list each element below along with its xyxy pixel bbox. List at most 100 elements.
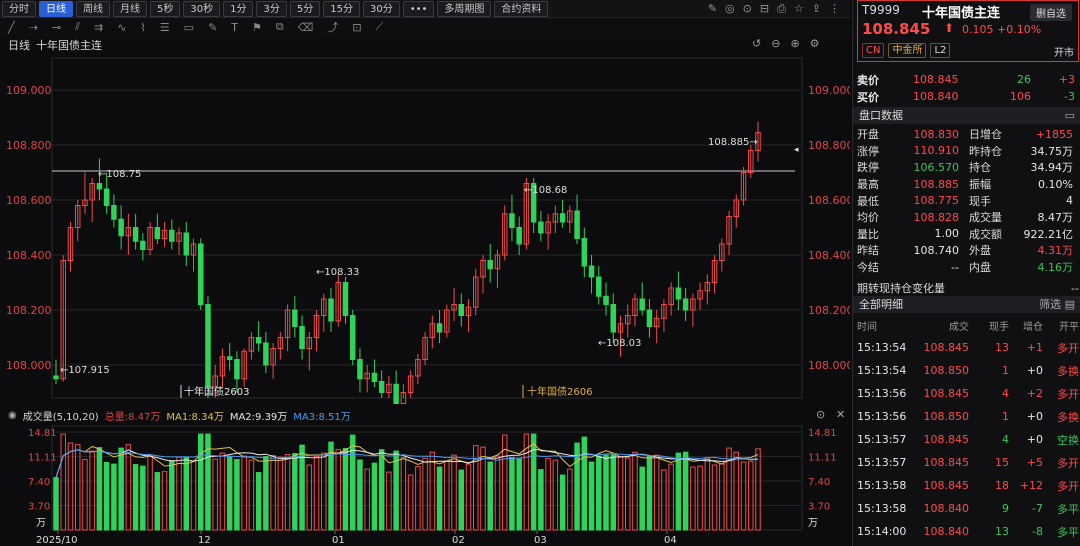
candlestick-chart[interactable]: 109.000 109.000 108.800 108.800 108.600 108.6… (0, 0, 850, 546)
trade-row: 15:13:56 108.845 4 +2 多开 (857, 382, 1079, 405)
trade-cell: 108.850 (923, 410, 970, 423)
volume-bar (400, 457, 407, 531)
trade-cell: 多换 (1057, 364, 1079, 378)
volume-bar (617, 456, 624, 531)
trades-section[interactable]: 全部明细 筛选 ▤ (853, 296, 1080, 313)
candle-body (183, 232, 190, 256)
candle-body (509, 213, 515, 228)
volume-bar (559, 474, 566, 531)
symbol-header: T9999 十年国债主连 删自选 108.845 ⬆ 0.105 +0.10% … (857, 0, 1079, 62)
volume-bar (378, 449, 385, 531)
volume-bar (364, 468, 370, 531)
stat-v2: 34.75万 (1030, 144, 1074, 158)
stat-k1: 涨停 (857, 144, 879, 158)
stat-v1: 108.828 (913, 210, 960, 224)
x-axis-label: 12 (198, 535, 211, 546)
volume-bar (263, 456, 269, 531)
candle-body (639, 298, 645, 311)
trade-cell: 4 (1002, 433, 1009, 446)
volume-bar (429, 451, 436, 531)
candle-body (292, 309, 298, 327)
bid-volume: 106 (1010, 90, 1031, 103)
volume-bar (226, 456, 233, 531)
volume-bar (74, 444, 81, 531)
x-axis-label: 2025/10 (36, 535, 78, 546)
symbol-name: 十年国债主连 (922, 6, 1001, 21)
volume-bar (415, 466, 421, 531)
expand-icon[interactable]: ▭ (1065, 107, 1075, 124)
trade-cell: 多换 (1057, 410, 1079, 424)
volume-bar (682, 451, 689, 531)
volume-bar (241, 455, 247, 531)
volume-bar (465, 463, 472, 531)
trade-cell: 15:13:58 (857, 479, 907, 492)
volume-bar (588, 461, 595, 531)
volume-bar (89, 450, 95, 531)
market-status: 开市 (1054, 48, 1074, 59)
trade-header-cell: 开平 (1059, 322, 1079, 333)
x-axis-label: 01 (332, 535, 345, 546)
stat-k1: 最高 (857, 178, 879, 192)
trade-cell: +0 (1026, 364, 1043, 377)
stat-k2: 昨持仓 (969, 144, 1002, 158)
trades-title: 全部明细 (859, 298, 903, 311)
trade-cell: 多平 (1057, 525, 1079, 539)
volume-bar (197, 433, 204, 531)
volume-bar (581, 436, 588, 531)
volume-bar (538, 469, 544, 531)
annotation-high: ←108.75 (98, 169, 141, 180)
stat-row-extra: 期转现持仓变化量 -- (857, 280, 1079, 297)
trade-row: 15:13:57 108.845 4 +0 空换 (857, 428, 1079, 451)
trade-row: 15:13:58 108.845 18 +12 多开 (857, 474, 1079, 497)
trade-cell: 15:13:56 (857, 410, 907, 423)
remove-watchlist-button[interactable]: 删自选 (1030, 4, 1072, 21)
volume-bar (690, 466, 696, 531)
trade-cell: 9 (1002, 502, 1009, 515)
stat-row: 均价 108.828 成交量 8.47万 (857, 209, 1079, 226)
candle-body (371, 372, 378, 382)
trade-cell: 108.840 (923, 525, 970, 538)
market-data-section[interactable]: 盘口数据 ▭ (853, 107, 1080, 124)
stat-k2: 成交额 (969, 227, 1002, 241)
stat-k1: 开盘 (857, 128, 879, 142)
volume-bar (357, 459, 363, 531)
volume-bar (212, 458, 218, 531)
level2-badge[interactable]: L2 (930, 43, 951, 58)
volume-bar (494, 455, 501, 531)
volume-bar (255, 472, 262, 531)
volume-bar (444, 460, 450, 531)
candle-body (436, 323, 443, 333)
volume-axis-label-right: 3.70 (808, 502, 830, 513)
volume-unit-right: 万 (808, 518, 818, 529)
trade-cell: +0 (1026, 433, 1043, 446)
stat-row: 涨停 110.910 昨持仓 34.75万 (857, 143, 1079, 160)
stat-v1: 108.740 (913, 243, 960, 257)
stat-v2: 4 (1066, 194, 1073, 208)
stat-v1: 110.910 (913, 144, 960, 158)
volume-bar (248, 459, 255, 531)
price-axis-label-right: 108.800 (808, 139, 850, 152)
symbol-code: T9999 (862, 3, 900, 17)
market-badge: CN (862, 43, 885, 58)
volume-settings-icon: ⊙ (816, 408, 825, 421)
candle-body (538, 221, 544, 234)
stat-row: 今结 -- 内盘 4.16万 (857, 259, 1079, 276)
trade-cell: 15:13:56 (857, 387, 907, 400)
trade-cell: 多开 (1057, 341, 1079, 355)
trade-row: 15:13:54 108.850 1 +0 多换 (857, 359, 1079, 382)
visible-icon[interactable]: ◉ (8, 410, 17, 421)
volume-bar (567, 468, 573, 531)
volume-axis-label-right: 11.11 (808, 452, 837, 463)
volume-bar (516, 458, 522, 531)
volume-bar (719, 463, 725, 531)
stat-row: 最低 108.775 现手 4 (857, 192, 1079, 209)
stat-v2: 4.31万 (1037, 244, 1074, 258)
volume-ma-line (55, 443, 759, 478)
candle-body (357, 359, 363, 380)
trade-cell: 15:13:57 (857, 433, 907, 446)
volume-ma1: MA1:8.34万 (166, 412, 224, 423)
candle-body (378, 381, 385, 393)
volume-ma3: MA3:8.51万 (293, 412, 351, 423)
volume-bar (755, 448, 761, 531)
filter-button[interactable]: 筛选 ▤ (1039, 296, 1075, 313)
